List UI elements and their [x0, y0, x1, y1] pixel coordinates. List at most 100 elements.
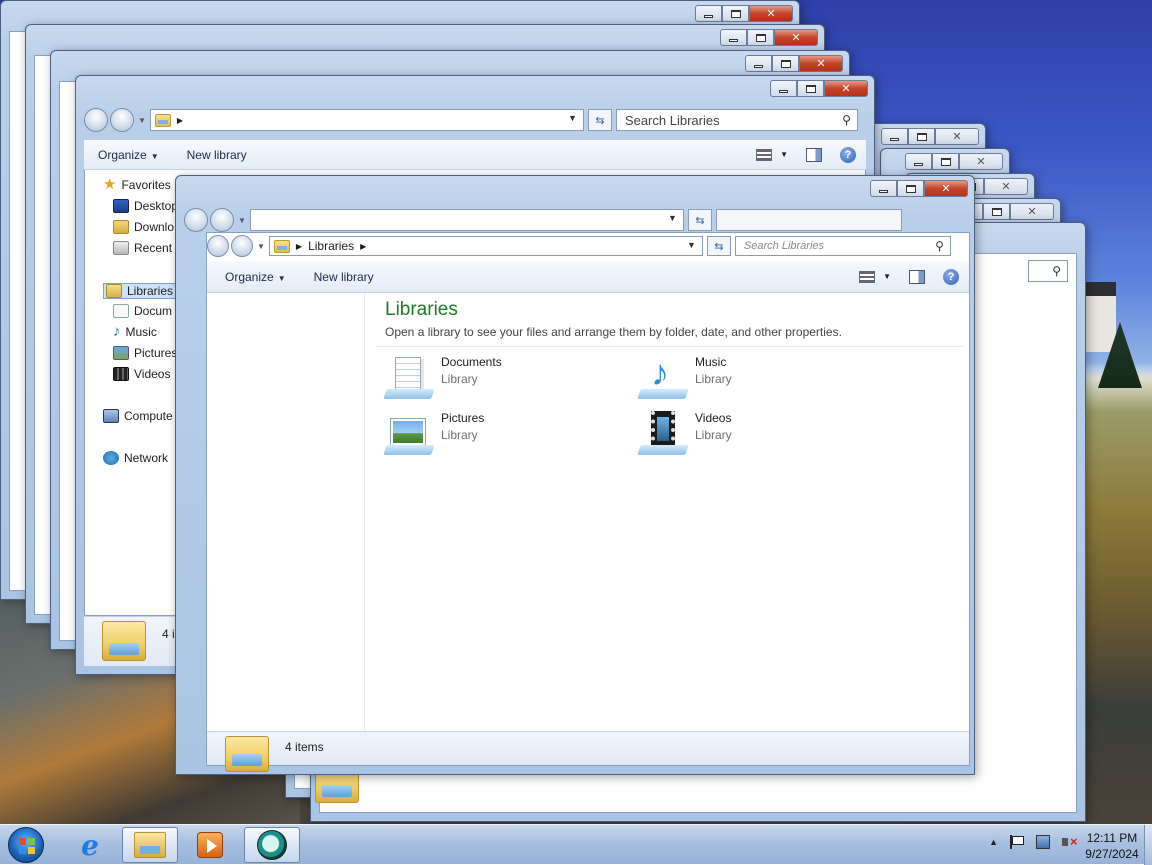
minimize-button[interactable] [870, 180, 897, 197]
explorer-window-front[interactable]: ✕ ▼ ▼ ⇆ ▼ ▶ Libraries ▶ ▼ ⇆ Search Libra… [175, 175, 975, 775]
nav-recent-places[interactable]: Recent P [113, 241, 183, 255]
address-dropdown-icon[interactable]: ▼ [568, 113, 577, 123]
show-hidden-icons-button[interactable]: ▲ [989, 837, 998, 847]
organize-button[interactable]: Organize ▼ [84, 148, 173, 162]
address-bar[interactable]: ▶ Libraries ▶ ▼ [268, 236, 703, 256]
nav-favorites[interactable]: ★ Favorites [103, 177, 171, 192]
breadcrumb-arrow-icon[interactable]: ▶ [360, 242, 366, 251]
maximize-button[interactable] [932, 153, 959, 170]
library-type: Library [441, 428, 478, 442]
nav-videos[interactable]: Videos [113, 367, 170, 381]
action-center-flag-icon[interactable] [1010, 835, 1024, 849]
recent-pages-chevron-icon[interactable]: ▼ [257, 242, 265, 251]
back-button[interactable] [84, 108, 108, 132]
close-button[interactable]: ✕ [774, 29, 818, 46]
volume-muted-icon[interactable] [1062, 834, 1078, 849]
minimize-button[interactable] [745, 55, 772, 72]
minimize-button[interactable] [695, 5, 722, 22]
close-button[interactable]: ✕ [984, 178, 1028, 195]
forward-button[interactable] [210, 208, 234, 232]
minimize-button[interactable] [770, 80, 797, 97]
maximize-button[interactable] [747, 29, 774, 46]
taskbar-clock[interactable]: 12:11 PM 9/27/2024 [1082, 830, 1142, 862]
preview-pane-button[interactable] [806, 147, 822, 162]
start-button[interactable] [8, 827, 44, 863]
library-item-documents[interactable]: Documents Library [383, 355, 502, 399]
change-view-button[interactable]: ▼ [859, 270, 891, 283]
nav-pictures[interactable]: Pictures [113, 346, 177, 360]
breadcrumb-arrow-icon[interactable]: ▶ [177, 116, 183, 125]
breadcrumb-arrow-icon[interactable]: ▶ [296, 242, 302, 251]
help-icon[interactable]: ? [840, 146, 856, 163]
nav-music[interactable]: ♪ Music [113, 324, 157, 339]
nav-libraries-label: Libraries [127, 284, 174, 298]
close-button[interactable]: ✕ [1010, 203, 1054, 220]
nav-pictures-label: Pictures [134, 346, 178, 360]
minimize-button[interactable] [881, 128, 908, 145]
address-dropdown-icon[interactable]: ▼ [687, 240, 696, 250]
search-input[interactable]: Search Libraries ⚲ [734, 236, 951, 256]
nav-documents[interactable]: Docum [113, 304, 172, 318]
library-item-music[interactable]: ♪ Music Library [637, 355, 732, 399]
close-button[interactable]: ✕ [749, 5, 793, 22]
maximize-button[interactable] [797, 80, 824, 97]
address-dropdown-icon[interactable]: ▼ [668, 213, 677, 223]
content-subtitle: Open a library to see your files and arr… [385, 325, 842, 339]
refresh-button[interactable]: ⇆ [706, 236, 731, 256]
app-icon [257, 830, 287, 860]
forward-button[interactable] [110, 108, 134, 132]
back-button[interactable] [184, 208, 208, 232]
nav-desktop-label: Desktop [134, 199, 179, 213]
details-pane: 4 items [207, 731, 969, 772]
maximize-button[interactable] [897, 180, 924, 197]
nav-downloads[interactable]: Downlo [113, 220, 174, 234]
close-button[interactable]: ✕ [799, 55, 843, 72]
close-button[interactable]: ✕ [924, 180, 968, 197]
new-library-button[interactable]: New library [300, 270, 388, 284]
organize-label: Organize [225, 269, 274, 284]
address-bar[interactable]: ▼ [249, 209, 684, 231]
close-button[interactable]: ✕ [959, 153, 1003, 170]
search-input[interactable]: ⚲ [1028, 260, 1068, 282]
recent-pages-chevron-icon[interactable]: ▼ [238, 216, 246, 225]
library-type: Library [695, 428, 732, 442]
taskbar: e ▲ 12:11 PM 9/27/2024 [0, 824, 1152, 865]
maximize-button[interactable] [983, 203, 1010, 220]
maximize-button[interactable] [908, 128, 935, 145]
breadcrumb-libraries[interactable]: Libraries [308, 239, 354, 253]
show-desktop-button[interactable] [1144, 825, 1152, 865]
forward-button[interactable] [231, 235, 253, 257]
search-input[interactable] [715, 209, 902, 231]
taskbar-media-player[interactable] [182, 827, 238, 863]
taskbar-internet-explorer[interactable]: e [62, 827, 118, 863]
refresh-button[interactable]: ⇆ [687, 209, 712, 231]
close-button[interactable]: ✕ [824, 80, 868, 97]
recent-pages-chevron-icon[interactable]: ▼ [138, 116, 146, 125]
search-input[interactable]: Search Libraries ⚲ [615, 109, 858, 131]
taskbar-windows-explorer[interactable] [122, 827, 178, 863]
library-item-videos[interactable]: Videos Library [637, 411, 732, 455]
library-name: Videos [695, 411, 732, 425]
content-divider [375, 346, 963, 347]
nav-computer[interactable]: Compute [103, 409, 173, 423]
maximize-button[interactable] [722, 5, 749, 22]
maximize-button[interactable] [772, 55, 799, 72]
minimize-button[interactable] [720, 29, 747, 46]
organize-button[interactable]: Organize ▼ [207, 270, 300, 284]
nav-network[interactable]: Network [103, 451, 168, 465]
new-library-button[interactable]: New library [173, 148, 261, 162]
library-item-pictures[interactable]: Pictures Library [383, 411, 484, 455]
taskbar-app[interactable] [244, 827, 300, 863]
preview-pane-button[interactable] [909, 269, 925, 284]
nav-desktop[interactable]: Desktop [113, 199, 178, 213]
close-button[interactable]: ✕ [935, 128, 979, 145]
network-icon [103, 451, 119, 465]
network-tray-icon[interactable] [1036, 835, 1050, 849]
change-view-button[interactable]: ▼ [756, 148, 788, 161]
refresh-button[interactable]: ⇆ [587, 109, 612, 131]
minimize-button[interactable] [905, 153, 932, 170]
videos-library-icon [637, 411, 689, 455]
address-bar[interactable]: ▶ ▼ [149, 109, 584, 131]
back-button[interactable] [207, 235, 229, 257]
help-icon[interactable]: ? [943, 268, 959, 285]
